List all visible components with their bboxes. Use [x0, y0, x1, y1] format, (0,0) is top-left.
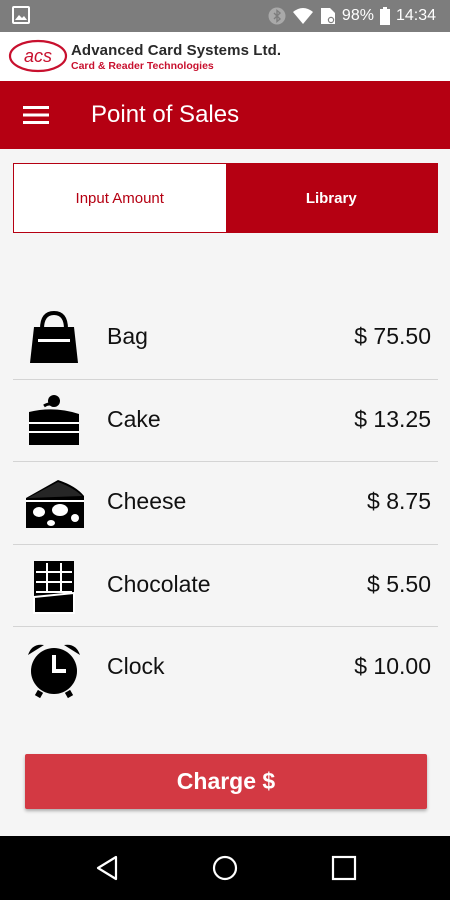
chocolate-icon — [24, 557, 84, 617]
recents-icon[interactable] — [328, 852, 360, 884]
back-icon[interactable] — [92, 852, 124, 884]
hamburger-menu-icon[interactable] — [23, 104, 49, 126]
tab-library[interactable]: Library — [225, 164, 437, 232]
alarm-clock-icon — [24, 639, 84, 699]
home-icon[interactable] — [209, 852, 241, 884]
app-bar: Point of Sales — [0, 81, 450, 149]
tab-bar: Input Amount Library — [13, 163, 438, 233]
item-price: $ 13.25 — [354, 405, 431, 432]
list-item-cheese[interactable]: Cheese $ 8.75 — [13, 462, 438, 545]
gallery-icon — [12, 6, 30, 24]
company-name: Advanced Card Systems Ltd. — [71, 42, 282, 59]
bluetooth-icon — [268, 7, 286, 25]
tab-input-amount[interactable]: Input Amount — [14, 164, 226, 232]
list-item-cake[interactable]: Cake $ 13.25 — [13, 380, 438, 462]
item-name: Clock — [107, 653, 165, 679]
brand-header: acs Advanced Card Systems Ltd. Card & Re… — [0, 32, 450, 81]
list-item-chocolate[interactable]: Chocolate $ 5.50 — [13, 545, 438, 627]
page-title: Point of Sales — [91, 101, 240, 128]
bag-icon — [24, 309, 84, 369]
list-item-bag[interactable]: Bag $ 75.50 — [13, 297, 438, 380]
item-name: Chocolate — [107, 570, 211, 597]
company-tagline: Card & Reader Technologies — [71, 60, 214, 72]
document-icon — [320, 7, 336, 25]
item-name: Cake — [107, 405, 161, 432]
item-name: Bag — [107, 323, 148, 349]
item-price: $ 8.75 — [367, 488, 431, 514]
item-price: $ 5.50 — [367, 570, 431, 597]
acs-logo: acs — [8, 38, 68, 79]
item-price: $ 75.50 — [354, 323, 431, 349]
product-list: Bag $ 75.50 Cake $ 13.25 Cheese $ 8.75 C… — [13, 297, 438, 710]
svg-text:acs: acs — [24, 46, 52, 66]
charge-button[interactable]: Charge $ — [25, 754, 427, 809]
status-bar: 98% 14:34 — [0, 0, 450, 32]
battery-icon — [379, 7, 390, 25]
list-item-clock[interactable]: Clock $ 10.00 — [13, 627, 438, 710]
item-price: $ 10.00 — [354, 653, 431, 679]
clock-time: 14:34 — [395, 7, 436, 24]
navigation-bar — [0, 836, 450, 900]
wifi-icon — [292, 7, 314, 25]
item-name: Cheese — [107, 488, 187, 514]
cake-icon — [24, 392, 84, 452]
battery-percent: 98% — [341, 7, 374, 24]
cheese-icon — [24, 474, 84, 534]
